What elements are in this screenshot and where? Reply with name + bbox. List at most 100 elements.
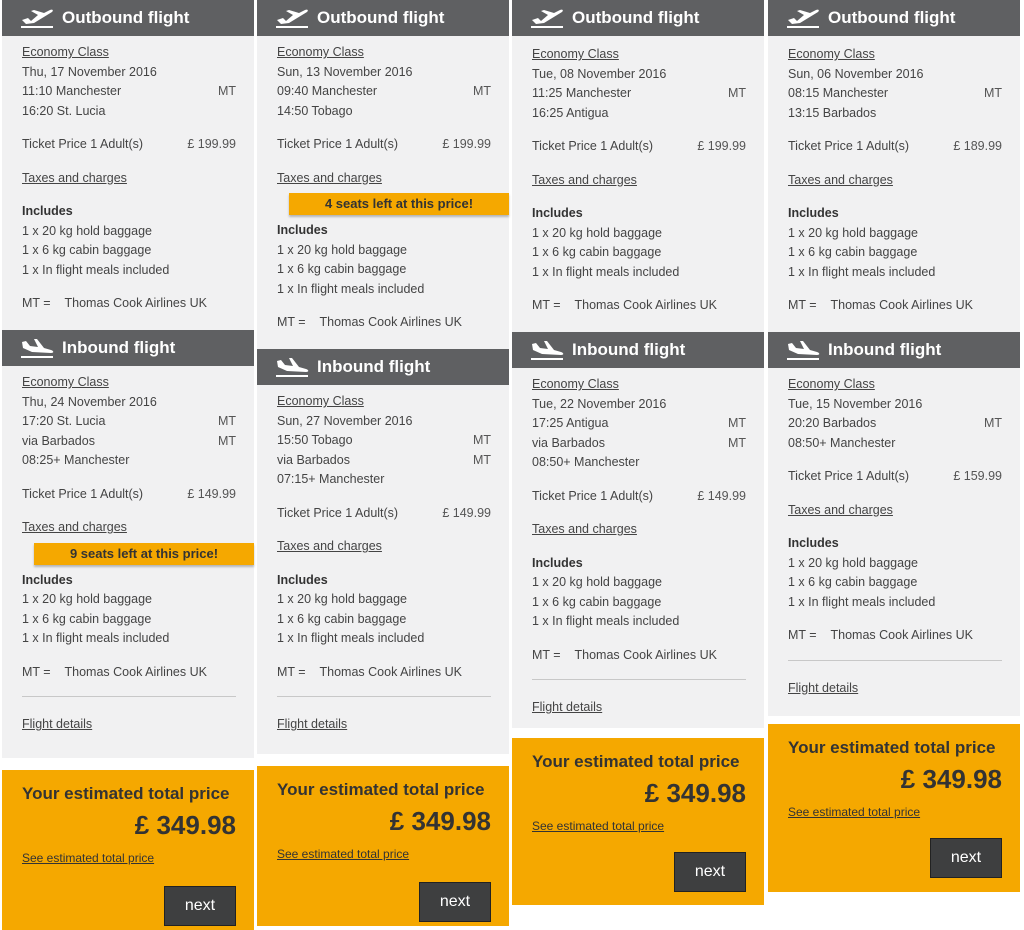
includes-heading: Includes (532, 206, 583, 220)
taxes-link[interactable]: Taxes and charges (22, 518, 127, 538)
total-title: Your estimated total price (22, 784, 230, 803)
inbound-panel: Economy Class Tue, 15 November 2016 20:2… (768, 368, 1020, 716)
taxes-link[interactable]: Taxes and charges (22, 169, 127, 189)
plane-landing-icon (787, 341, 820, 360)
see-total-link[interactable]: See estimated total price (532, 819, 746, 833)
plane-landing-icon (21, 339, 54, 358)
includes-heading: Includes (788, 206, 839, 220)
taxes-link[interactable]: Taxes and charges (277, 169, 382, 189)
includes-heading: Includes (277, 572, 328, 587)
plane-takeoff-icon (276, 9, 308, 28)
out-departure: 11:10 Manchester (22, 84, 122, 98)
out-airline-code: MT (983, 86, 1002, 100)
in-departure: 15:50 Tobago (277, 433, 353, 447)
class-link[interactable]: Economy Class (532, 45, 619, 65)
in-departure: 20:20 Barbados (788, 416, 877, 430)
taxes-link[interactable]: Taxes and charges (532, 171, 637, 191)
mt-legend-airline: Thomas Cook Airlines UK (574, 298, 717, 312)
class-link[interactable]: Economy Class (788, 375, 875, 395)
hold-baggage: 1 x 20 kg hold baggage (22, 592, 152, 606)
out-arrival: 16:25 Antigua (532, 105, 609, 120)
taxes-link[interactable]: Taxes and charges (532, 520, 637, 540)
see-total-link[interactable]: See estimated total price (277, 847, 491, 861)
outbound-header: Outbound flight (257, 0, 509, 36)
in-via: via Barbados (277, 452, 350, 467)
total-price: £ 349.98 (389, 806, 491, 836)
itinerary-card-2: Outbound flight Economy Class Sun, 13 No… (257, 0, 509, 926)
out-ticket-price: £ 199.99 (697, 139, 746, 153)
includes-heading: Includes (22, 204, 73, 218)
mt-legend-key: MT = (532, 298, 561, 312)
inbound-header: Inbound flight (512, 332, 764, 368)
class-link[interactable]: Economy Class (532, 375, 619, 395)
mt-legend-airline: Thomas Cook Airlines UK (830, 298, 973, 312)
total-price: £ 349.98 (900, 764, 1002, 794)
ticket-price-label: Ticket Price 1 Adult(s) (22, 486, 144, 501)
meals: 1 x In flight meals included (788, 264, 936, 279)
out-departure: 08:15 Manchester (788, 86, 889, 100)
taxes-link[interactable]: Taxes and charges (788, 171, 893, 191)
next-button[interactable]: next (930, 838, 1002, 878)
see-total-link[interactable]: See estimated total price (788, 805, 1002, 819)
mt-legend-key: MT = (788, 628, 817, 642)
in-arrival: 08:50+ Manchester (532, 455, 640, 469)
outbound-title: Outbound flight (828, 8, 956, 27)
meals: 1 x In flight meals included (277, 631, 425, 645)
mt-legend-key: MT = (22, 296, 51, 310)
ticket-price-label: Ticket Price 1 Adult(s) (788, 139, 910, 153)
class-link[interactable]: Economy Class (22, 373, 109, 393)
ticket-price-label: Ticket Price 1 Adult(s) (532, 488, 654, 503)
total-box: Your estimated total price £ 349.98 See … (512, 738, 764, 905)
in-ticket-price: £ 149.99 (442, 505, 491, 520)
taxes-link[interactable]: Taxes and charges (788, 501, 893, 521)
inbound-panel: Economy Class Tue, 22 November 2016 17:2… (512, 368, 764, 728)
total-box: Your estimated total price £ 349.98 See … (257, 766, 509, 926)
next-button[interactable]: next (419, 882, 491, 922)
cabin-baggage: 1 x 6 kg cabin baggage (532, 245, 662, 259)
in-ticket-price: £ 159.99 (953, 469, 1002, 483)
mt-legend-key: MT = (277, 315, 306, 329)
includes-heading: Includes (532, 555, 583, 570)
meals: 1 x In flight meals included (22, 262, 170, 277)
in-via: via Barbados (22, 433, 95, 448)
cabin-baggage: 1 x 6 kg cabin baggage (22, 243, 152, 257)
cabin-baggage: 1 x 6 kg cabin baggage (277, 262, 407, 276)
class-link[interactable]: Economy Class (277, 392, 364, 412)
taxes-link[interactable]: Taxes and charges (277, 537, 382, 557)
class-link[interactable]: Economy Class (788, 45, 875, 65)
see-total-link[interactable]: See estimated total price (22, 851, 236, 865)
cabin-baggage: 1 x 6 kg cabin baggage (532, 594, 662, 609)
flight-details-link[interactable]: Flight details (277, 715, 347, 735)
outbound-header: Outbound flight (2, 0, 254, 36)
total-price: £ 349.98 (134, 810, 236, 840)
flight-details-link[interactable]: Flight details (788, 679, 858, 699)
cabin-baggage: 1 x 6 kg cabin baggage (22, 611, 152, 626)
in-departure: 17:20 St. Lucia (22, 414, 106, 428)
mt-legend-key: MT = (277, 664, 306, 679)
plane-takeoff-icon (21, 9, 53, 28)
in-arrival: 08:25+ Manchester (22, 453, 130, 467)
itinerary-card-4: Outbound flight Economy Class Sun, 06 No… (768, 0, 1020, 892)
out-date: Sun, 06 November 2016 (788, 66, 924, 81)
in-via: via Barbados (532, 435, 605, 450)
out-ticket-price: £ 199.99 (187, 137, 236, 151)
outbound-title: Outbound flight (317, 8, 445, 27)
flight-details-link[interactable]: Flight details (22, 715, 92, 735)
out-date: Sun, 13 November 2016 (277, 64, 413, 79)
out-airline-code: MT (727, 86, 746, 100)
itinerary-card-1: Outbound flight Economy Class Thu, 17 No… (2, 0, 254, 930)
hold-baggage: 1 x 20 kg hold baggage (788, 225, 918, 240)
out-date: Tue, 08 November 2016 (532, 66, 667, 81)
plane-landing-icon (276, 358, 309, 377)
flight-details-link[interactable]: Flight details (532, 698, 602, 718)
outbound-title: Outbound flight (62, 8, 190, 27)
outbound-header: Outbound flight (768, 0, 1020, 36)
plane-takeoff-icon (531, 9, 563, 28)
class-link[interactable]: Economy Class (22, 43, 109, 63)
hold-baggage: 1 x 20 kg hold baggage (532, 575, 662, 589)
class-link[interactable]: Economy Class (277, 43, 364, 63)
ticket-price-label: Ticket Price 1 Adult(s) (788, 469, 910, 483)
next-button[interactable]: next (164, 886, 236, 926)
next-button[interactable]: next (674, 852, 746, 892)
via-airline-code: MT (727, 435, 746, 450)
